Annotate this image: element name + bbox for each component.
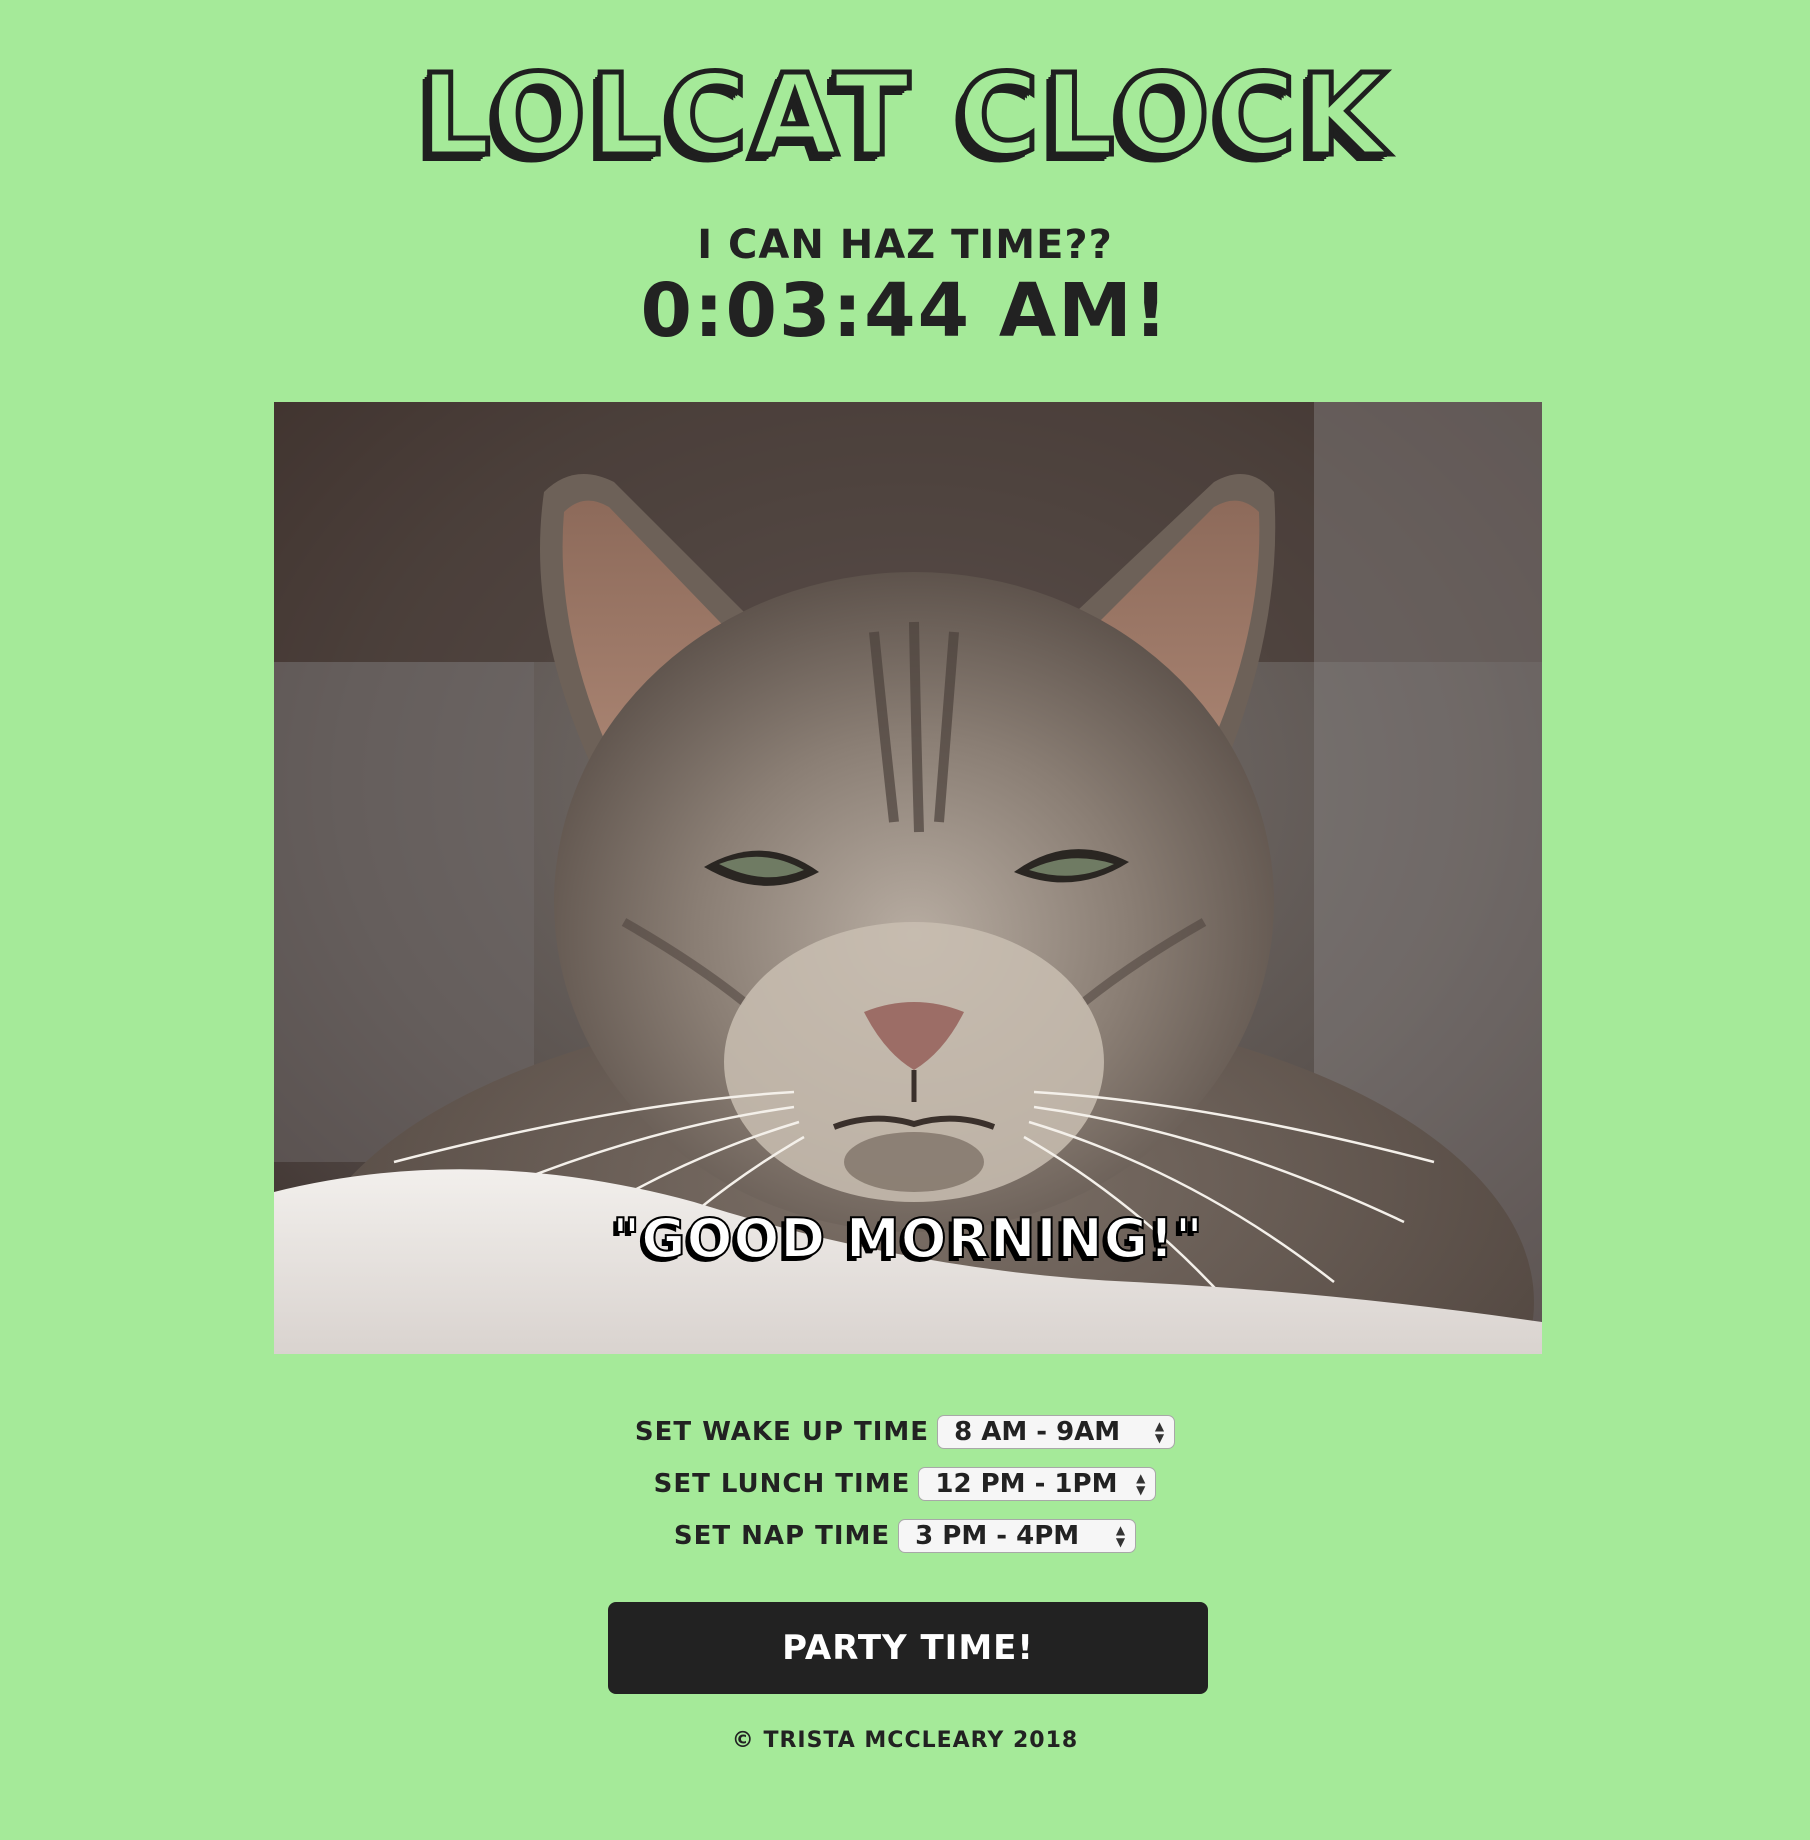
wake-time-select[interactable]: 8 AM - 9AM ▲ ▼ <box>937 1415 1176 1449</box>
nap-time-select[interactable]: 3 PM - 4PM ▲ ▼ <box>898 1519 1137 1553</box>
select-arrows-icon: ▲ ▼ <box>1154 1419 1165 1445</box>
lunch-time-value: 12 PM - 1PM <box>935 1469 1118 1499</box>
clock-subtitle: I CAN HAZ TIME?? <box>697 222 1113 268</box>
wake-time-value: 8 AM - 9AM <box>954 1417 1121 1447</box>
cat-photo: "GOOD MORNING!" <box>274 402 1542 1354</box>
schedule-controls: SET WAKE UP TIME 8 AM - 9AM ▲ ▼ SET LUNCH… <box>0 1412 1810 1568</box>
nap-time-label: SET NAP TIME <box>673 1521 891 1551</box>
select-arrows-icon: ▲ ▼ <box>1115 1523 1126 1549</box>
wake-time-row: SET WAKE UP TIME 8 AM - 9AM ▲ ▼ <box>0 1412 1810 1452</box>
lunch-time-row: SET LUNCH TIME 12 PM - 1PM ▲ ▼ <box>0 1464 1810 1504</box>
nap-time-row: SET NAP TIME 3 PM - 4PM ▲ ▼ <box>0 1516 1810 1556</box>
nap-time-value: 3 PM - 4PM <box>915 1521 1080 1551</box>
wake-time-label: SET WAKE UP TIME <box>634 1417 930 1447</box>
page: LOLCAT CLOCK I CAN HAZ TIME?? 0:03:44 AM… <box>0 0 1810 1840</box>
select-arrows-icon: ▲ ▼ <box>1136 1471 1146 1497</box>
page-title: LOLCAT CLOCK <box>417 51 1391 181</box>
clock-readout: 0:03:44 AM! <box>640 268 1170 354</box>
lunch-time-label: SET LUNCH TIME <box>653 1469 911 1499</box>
photo-caption: "GOOD MORNING!" <box>611 1206 1204 1271</box>
copyright-footer: © TRISTA MCCLEARY 2018 <box>731 1728 1079 1753</box>
party-time-button[interactable]: PARTY TIME! <box>608 1602 1208 1694</box>
lunch-time-select[interactable]: 12 PM - 1PM ▲ ▼ <box>918 1467 1157 1501</box>
